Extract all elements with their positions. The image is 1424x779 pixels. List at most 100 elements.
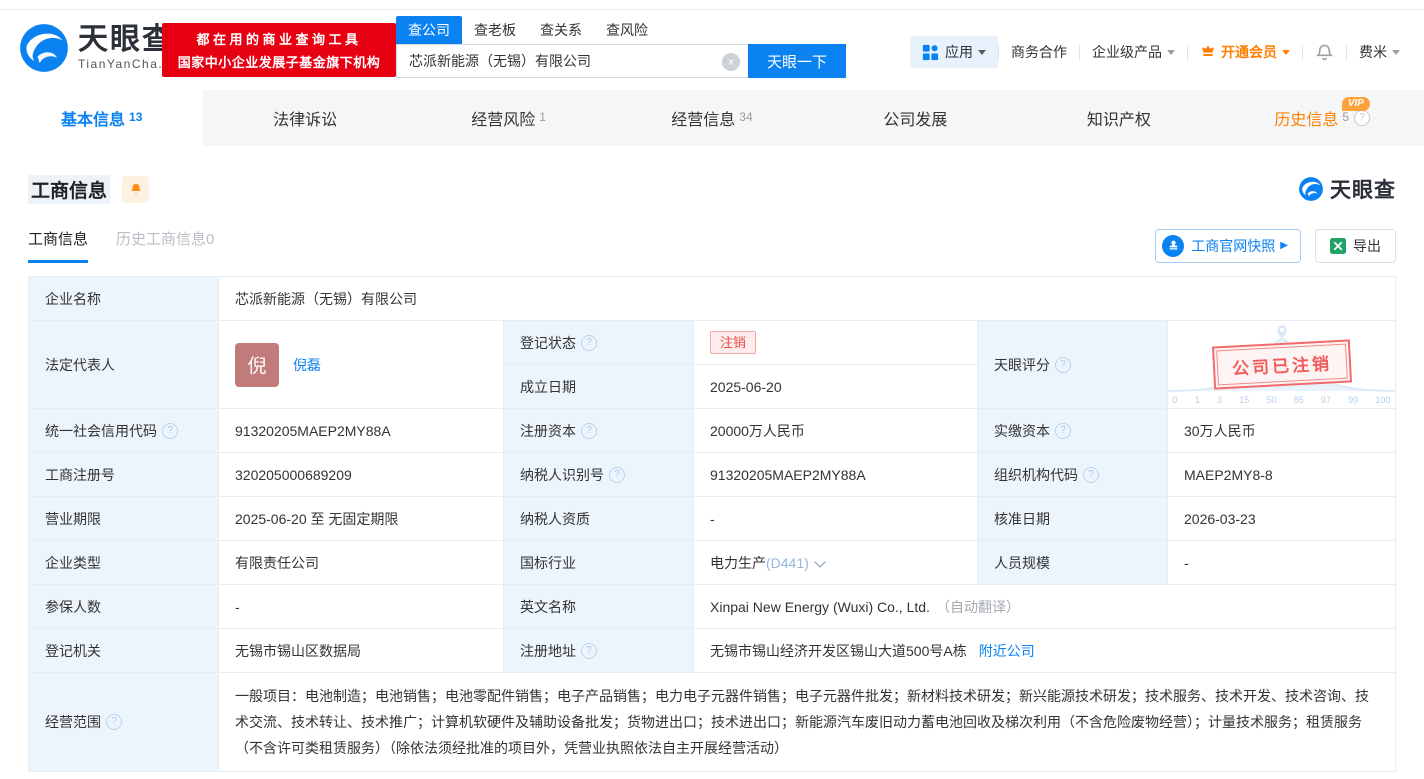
tianyancha-watermark: 天眼查 [1298, 174, 1396, 204]
search-input[interactable] [397, 45, 748, 77]
taxpayer-quality-label: 纳税人资质 [504, 497, 694, 541]
tianyancha-swirl-icon [1299, 177, 1323, 201]
help-icon[interactable]: ? [581, 334, 597, 351]
vip-badge: VIP [1341, 97, 1370, 111]
establish-date-label: 成立日期 [504, 365, 694, 409]
business-cooperation-link[interactable]: 商务合作 [999, 42, 1079, 62]
paid-capital-label-cell: 实缴资本 ? [978, 409, 1168, 453]
taxpayer-id-label-cell: 纳税人识别号 ? [504, 453, 694, 497]
tyc-score-cell: 公司已注销 01 3 15 50 85 97 99 100 [1168, 321, 1396, 409]
approval-date-value: 2026-03-23 [1168, 497, 1396, 541]
tab-business-info[interactable]: 经营信息 34 [610, 90, 813, 146]
reg-status-label-cell: 登记状态 ? [504, 321, 694, 365]
export-button[interactable]: 导出 [1315, 228, 1396, 263]
open-membership-menu[interactable]: 开通会员 [1188, 42, 1302, 62]
subtab-history-business-info[interactable]: 历史工商信息0 [116, 228, 214, 263]
chevron-down-icon [1392, 49, 1400, 55]
chevron-down-icon [978, 49, 986, 55]
tab-legal-proceedings[interactable]: 法律诉讼 [203, 90, 406, 146]
company-type-label: 企业类型 [29, 541, 219, 585]
subscribe-bell-icon[interactable] [122, 175, 150, 203]
reg-capital-label-cell: 注册资本 ? [504, 409, 694, 453]
help-icon[interactable]: ? [106, 714, 122, 730]
business-scope-cell: 一般项目：电池制造；电池销售；电池零配件销售；电子产品销售；电力电子元器件销售；… [219, 673, 1396, 772]
promo-line1: 都在用的商业查询工具 [196, 32, 362, 47]
company-name-label: 企业名称 [29, 277, 219, 321]
company-page-tabs: 基本信息 13 法律诉讼 经营风险 1 经营信息 34 公司发展 知识产权 历史… [0, 90, 1424, 146]
help-icon[interactable]: ? [581, 642, 597, 659]
page-top-divider [0, 0, 1424, 10]
registry-value: 无锡市锡山区数据局 [219, 629, 504, 673]
insured-value: - [219, 585, 504, 629]
site-header: 天眼查 TianYanCha.com 都在用的商业查询工具 国家中小企业发展子基… [0, 10, 1424, 90]
tab-operating-risk[interactable]: 经营风险 1 [407, 90, 610, 146]
header-right-nav: 应用 商务合作 企业级产品 开通会员 费米 [910, 36, 1412, 68]
company-type-value: 有限责任公司 [219, 541, 504, 585]
legal-rep-label: 法定代表人 [29, 321, 219, 409]
reg-number-value: 320205000689209 [219, 453, 504, 497]
org-code-label-cell: 组织机构代码 ? [978, 453, 1168, 497]
industry-label: 国标行业 [504, 541, 694, 585]
help-icon[interactable]: ? [162, 422, 178, 439]
help-icon[interactable]: ? [581, 422, 597, 439]
company-name-value: 芯派新能源（无锡）有限公司 [219, 277, 1396, 321]
subtab-business-info[interactable]: 工商信息 [28, 228, 89, 263]
help-icon[interactable]: ? [1083, 466, 1099, 483]
apps-grid-icon [922, 44, 939, 60]
official-snapshot-button[interactable]: 工商官网快照 ▶ [1155, 228, 1301, 263]
insured-label: 参保人数 [29, 585, 219, 629]
help-icon[interactable]: ? [1055, 356, 1071, 373]
org-code-value: MAEP2MY8-8 [1168, 453, 1396, 497]
chevron-down-icon [1167, 49, 1175, 55]
paid-capital-value: 30万人民币 [1168, 409, 1396, 453]
apps-label: 应用 [945, 44, 973, 60]
help-icon[interactable]: ? [1055, 422, 1071, 439]
establish-date-value: 2025-06-20 [694, 365, 978, 409]
notifications-bell-icon[interactable] [1303, 43, 1346, 62]
english-name-label: 英文名称 [504, 585, 694, 629]
promo-line2: 国家中小企业发展子基金旗下机构 [177, 55, 381, 70]
stamp-icon [1162, 234, 1185, 257]
credit-code-value: 91320205MAEP2MY88A [219, 409, 504, 453]
chevron-down-icon[interactable] [814, 555, 826, 568]
reg-capital-value: 20000万人民币 [694, 409, 978, 453]
tab-intellectual-property[interactable]: 知识产权 [1017, 90, 1220, 146]
nearby-companies-link[interactable]: 附近公司 [979, 641, 1035, 661]
clear-search-icon[interactable]: × [722, 53, 740, 71]
search-tab-company[interactable]: 查公司 [396, 16, 462, 44]
status-badge: 注销 [710, 331, 757, 354]
business-registration-table: 企业名称 芯派新能源（无锡）有限公司 法定代表人 倪 倪磊 登记状态 ? 注销 … [28, 276, 1396, 772]
auto-translate-note: （自动翻译） [935, 598, 1020, 615]
tab-basic-info[interactable]: 基本信息 13 [0, 90, 204, 146]
registry-label: 登记机关 [29, 629, 219, 673]
business-scope-text: 一般项目：电池制造；电池销售；电池零配件销售；电子产品销售；电力电子元器件销售；… [235, 688, 1369, 756]
company-cancelled-stamp: 公司已注销 [1211, 339, 1352, 390]
search-tab-boss[interactable]: 查老板 [462, 16, 528, 44]
staff-size-value: - [1168, 541, 1396, 585]
username: 费米 [1359, 44, 1387, 60]
legal-rep-name-link[interactable]: 倪磊 [293, 355, 321, 375]
main-content: 工商信息 天眼查 工商信息 历史工商信息0 工商官网快照 ▶ 导出 企业名称 芯… [0, 174, 1424, 772]
tianyancha-swirl-icon [20, 24, 68, 72]
help-icon[interactable]: ? [609, 466, 625, 483]
business-term-label: 营业期限 [29, 497, 219, 541]
enterprise-products-menu[interactable]: 企业级产品 [1080, 42, 1187, 62]
legal-rep-avatar[interactable]: 倪 [235, 342, 279, 387]
search-tab-risk[interactable]: 查风险 [594, 16, 660, 44]
english-name-cell: Xinpai New Energy (Wuxi) Co., Ltd. （自动翻译… [694, 585, 1396, 629]
chevron-down-icon [1282, 49, 1290, 55]
tab-history-info[interactable]: 历史信息 5 ? VIP [1221, 90, 1424, 146]
address-cell: 无锡市锡山经济开发区锡山大道500号A栋 附近公司 [694, 629, 1396, 673]
credit-code-label-cell: 统一社会信用代码 ? [29, 409, 219, 453]
industry-value-cell: 电力生产 (D441) [694, 541, 978, 585]
search-tab-relation[interactable]: 查关系 [528, 16, 594, 44]
industry-value: 电力生产 [710, 554, 766, 571]
tab-company-development[interactable]: 公司发展 [814, 90, 1017, 146]
industry-code: (D441) [766, 554, 809, 571]
arrow-right-icon: ▶ [1280, 240, 1288, 251]
help-icon[interactable]: ? [1354, 110, 1371, 126]
search-submit-button[interactable]: 天眼一下 [748, 44, 846, 78]
apps-menu[interactable]: 应用 [910, 36, 998, 68]
user-account-menu[interactable]: 费米 [1347, 42, 1412, 62]
crown-icon [1202, 45, 1214, 56]
